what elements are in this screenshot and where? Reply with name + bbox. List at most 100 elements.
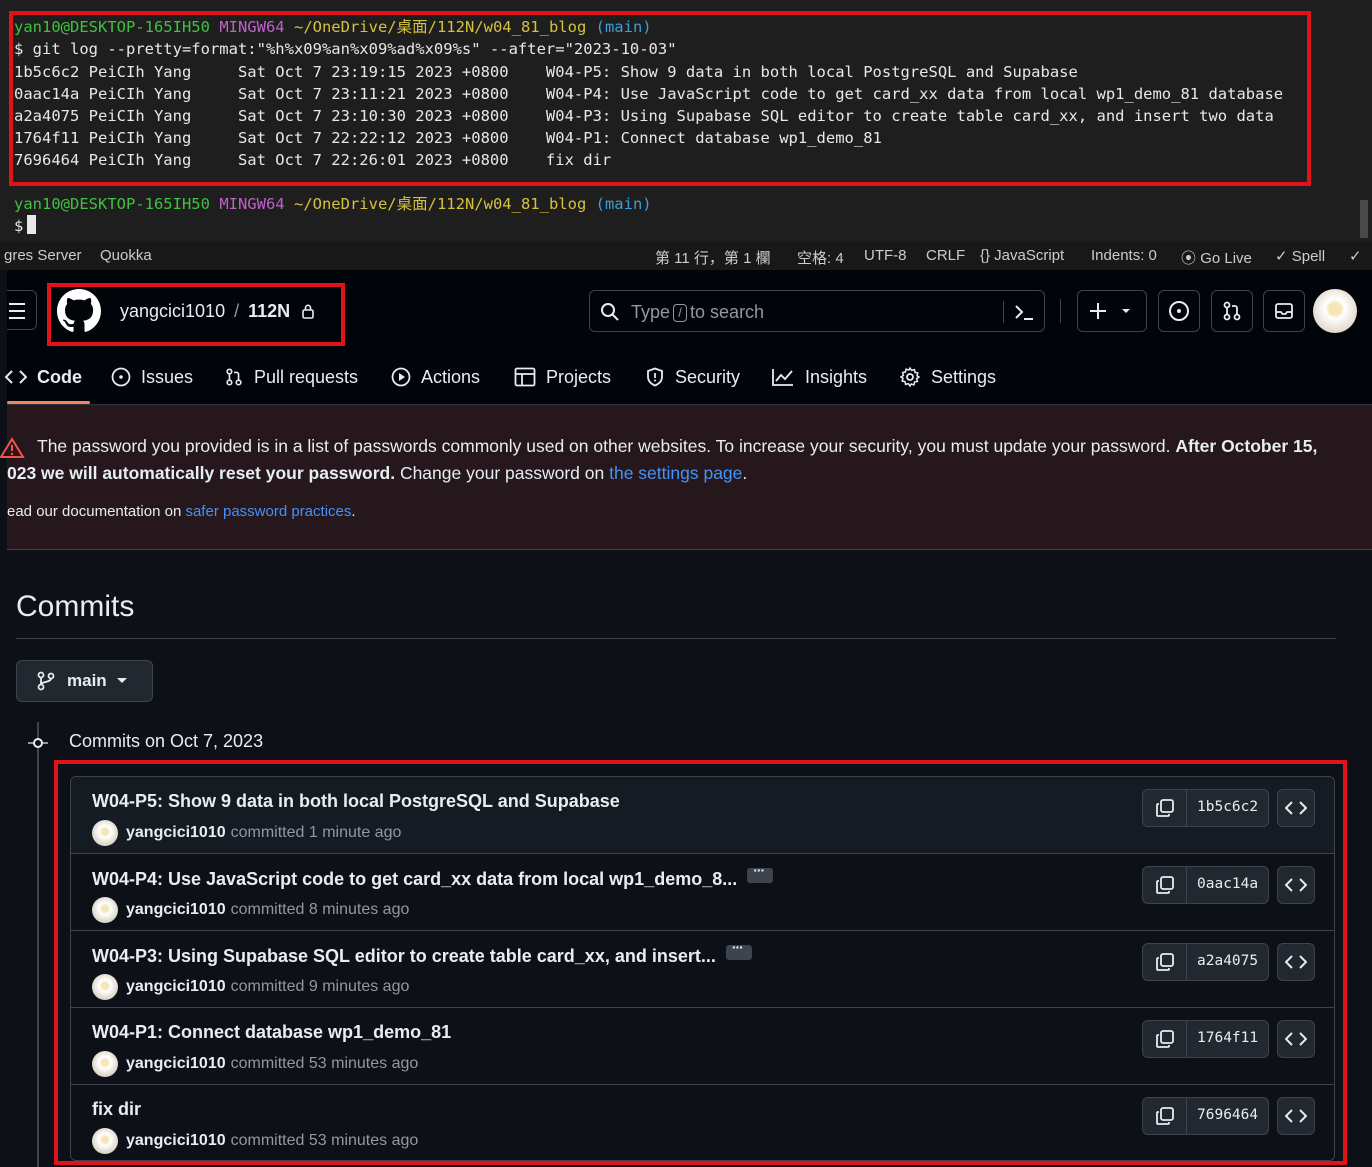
copy-sha-button[interactable]: [1143, 944, 1187, 980]
tab-security[interactable]: Security: [645, 362, 740, 392]
warning-period: .: [351, 503, 356, 520]
tab-settings-label: Settings: [931, 366, 997, 387]
gear-icon: [899, 366, 921, 388]
browse-repo-button[interactable]: [1277, 1097, 1315, 1135]
tab-code[interactable]: Code: [5, 362, 82, 392]
status-quokka[interactable]: Quokka: [100, 247, 152, 264]
commit-message: fix dir: [92, 1099, 142, 1119]
table-icon: [514, 367, 536, 387]
commit-author[interactable]: yangcici1010: [126, 824, 226, 842]
password-practices-link[interactable]: safer password practices: [185, 503, 351, 520]
commit-message-link[interactable]: W04-P1: Connect database wp1_demo_81: [92, 1022, 451, 1043]
editor-status-bar: gres Server Quokka 第 11 行，第 1 欄 空格: 4 UT…: [0, 242, 1372, 270]
github-logo-icon[interactable]: [57, 289, 101, 333]
copy-sha-button[interactable]: [1143, 867, 1187, 903]
repo-owner-link[interactable]: yangcici1010: [120, 301, 225, 321]
commit-message-link[interactable]: W04-P4: Use JavaScript code to get card_…: [92, 862, 774, 890]
status-cursor-position[interactable]: 第 11 行，第 1 欄: [655, 247, 771, 268]
commit-row[interactable]: W04-P4: Use JavaScript code to get card_…: [71, 854, 1334, 931]
commit-row[interactable]: W04-P5: Show 9 data in both local Postgr…: [71, 777, 1334, 854]
status-check[interactable]: ✓: [1349, 247, 1362, 265]
pull-request-icon: [226, 368, 242, 386]
tab-projects[interactable]: Projects: [514, 362, 611, 392]
settings-page-link[interactable]: the settings page: [609, 463, 742, 483]
repo-name-link[interactable]: 112N: [248, 301, 290, 321]
commit-meta: yangcici1010 committed 53 minutes ago: [92, 1128, 418, 1154]
author-avatar[interactable]: [92, 820, 118, 846]
commit-group-date: Commits on Oct 7, 2023: [69, 731, 264, 751]
pull-requests-button[interactable]: [1211, 290, 1253, 332]
status-go-live[interactable]: ⦿ Go Live: [1181, 247, 1252, 268]
commit-sha-link[interactable]: 0aac14a: [1197, 876, 1258, 892]
commit-sha-link[interactable]: 1764f11: [1197, 1030, 1258, 1046]
commit-time: committed 53 minutes ago: [230, 1055, 419, 1072]
browse-repo-button[interactable]: [1277, 1020, 1315, 1058]
status-eol[interactable]: CRLF: [926, 247, 965, 264]
branch-selector-button[interactable]: main: [16, 660, 153, 702]
inbox-icon: [1275, 303, 1293, 319]
commit-author[interactable]: yangcici1010: [126, 901, 226, 919]
commit-message: W04-P4: Use JavaScript code to get card_…: [92, 869, 738, 889]
tab-security-label: Security: [675, 366, 741, 387]
sha-button-group: 0aac14a: [1142, 866, 1269, 904]
commit-author[interactable]: yangcici1010: [126, 1055, 226, 1073]
author-avatar[interactable]: [92, 974, 118, 1000]
terminal-scrollbar[interactable]: [1360, 200, 1368, 238]
commit-sha-link[interactable]: 7696464: [1197, 1107, 1258, 1123]
expand-message-button[interactable]: [725, 939, 752, 960]
author-avatar[interactable]: [92, 1051, 118, 1077]
commit-message-link[interactable]: W04-P5: Show 9 data in both local Postgr…: [92, 791, 620, 812]
browse-repo-button[interactable]: [1277, 943, 1315, 981]
browse-repo-button[interactable]: [1277, 866, 1315, 904]
status-spell[interactable]: ✓ Spell: [1275, 247, 1325, 265]
status-postgres-server[interactable]: gres Server: [4, 247, 82, 264]
terminal-input-line[interactable]: $: [14, 215, 37, 237]
copy-sha-button[interactable]: [1143, 1098, 1187, 1134]
prompt-symbol: $: [14, 217, 24, 235]
commit-row[interactable]: fix dir yangcici1010 committed 53 minutes…: [71, 1085, 1334, 1160]
tab-settings[interactable]: Settings: [899, 362, 996, 392]
chevron-down-icon: [116, 678, 127, 683]
issues-button[interactable]: [1158, 290, 1200, 332]
author-avatar[interactable]: [92, 897, 118, 923]
commit-row[interactable]: W04-P3: Using Supabase SQL editor to cre…: [71, 931, 1334, 1008]
commit-sha-link[interactable]: a2a4075: [1197, 953, 1258, 969]
search-suffix: to search: [690, 302, 765, 322]
create-new-button[interactable]: [1077, 290, 1147, 332]
status-language[interactable]: {} JavaScript: [980, 247, 1064, 264]
commit-time: committed 8 minutes ago: [230, 901, 410, 918]
code-icon: [1285, 801, 1307, 815]
expand-message-button[interactable]: [747, 862, 774, 883]
status-encoding[interactable]: UTF-8: [864, 247, 907, 264]
commit-message-link[interactable]: W04-P3: Using Supabase SQL editor to cre…: [92, 939, 752, 967]
tab-code-label: Code: [37, 366, 82, 387]
tab-insights[interactable]: Insights: [771, 362, 867, 392]
browse-repo-button[interactable]: [1277, 789, 1315, 827]
graph-icon: [772, 369, 793, 386]
copy-sha-button[interactable]: [1143, 1021, 1187, 1057]
terminal-window[interactable]: yan10@DESKTOP-165IH50 MINGW64 ~/OneDrive…: [0, 0, 1372, 242]
status-indents[interactable]: Indents: 0: [1091, 247, 1157, 264]
commit-row[interactable]: W04-P1: Connect database wp1_demo_81 yan…: [71, 1008, 1334, 1085]
tab-issues[interactable]: Issues: [111, 362, 193, 392]
title-divider: [16, 638, 1336, 639]
commit-author[interactable]: yangcici1010: [126, 978, 226, 996]
issue-circle-icon: [111, 367, 131, 387]
code-icon: [1285, 1032, 1307, 1046]
commit-author[interactable]: yangcici1010: [126, 1132, 226, 1150]
menu-button[interactable]: [7, 290, 37, 330]
command-palette-icon[interactable]: [1012, 301, 1036, 323]
tab-pull-requests[interactable]: Pull requests: [224, 362, 358, 392]
prompt-user: yan10@DESKTOP-165IH50: [14, 18, 210, 36]
user-avatar[interactable]: [1313, 289, 1357, 333]
author-avatar[interactable]: [92, 1128, 118, 1154]
search-input[interactable]: Type / to search: [589, 290, 1045, 332]
tab-actions[interactable]: Actions: [391, 362, 480, 392]
search-icon: [601, 303, 619, 321]
commit-sha-link[interactable]: 1b5c6c2: [1197, 799, 1258, 815]
copy-sha-button[interactable]: [1143, 790, 1187, 826]
status-indentation[interactable]: 空格: 4: [797, 247, 844, 268]
commit-message-link[interactable]: fix dir: [92, 1099, 141, 1120]
sha-button-group: 1764f11: [1142, 1020, 1269, 1058]
inbox-button[interactable]: [1263, 290, 1305, 332]
